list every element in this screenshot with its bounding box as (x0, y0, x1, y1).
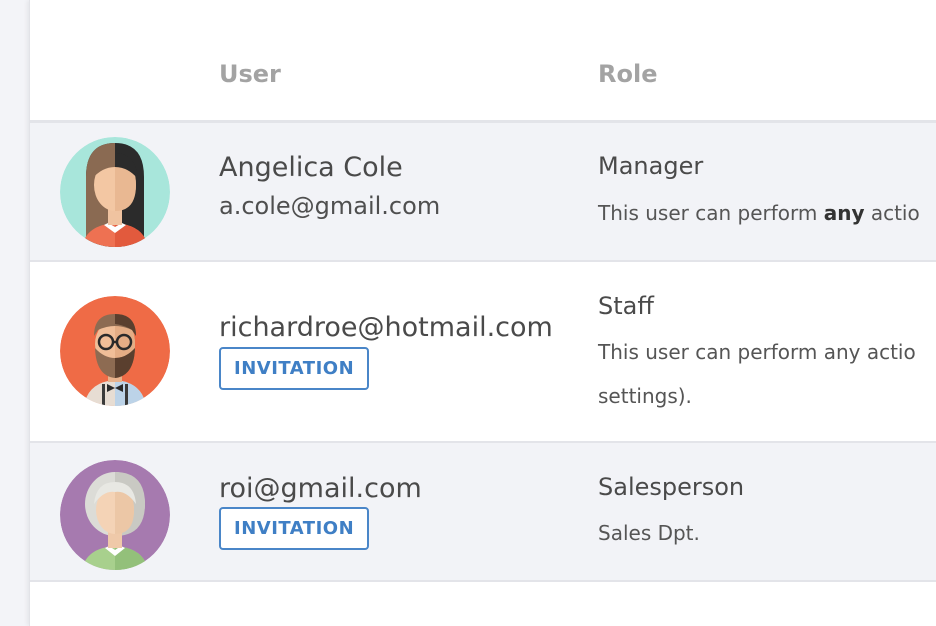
avatar (60, 137, 170, 247)
user-email[interactable]: roi@gmail.com (219, 473, 422, 504)
invitation-badge: INVITATION (219, 507, 370, 550)
elderly-woman-avatar-icon (60, 460, 170, 570)
table-row[interactable]: Angelica Cole a.cole@gmail.com Manager T… (30, 123, 936, 262)
table-row[interactable]: roi@gmail.com INVITATION Salesperson Sal… (30, 443, 936, 582)
user-email: a.cole@gmail.com (219, 192, 441, 220)
column-header-role[interactable]: Role (598, 60, 657, 88)
invitation-badge: INVITATION (219, 347, 370, 390)
role-description-emphasis: any (823, 201, 865, 225)
role-description: This user can perform any actio (598, 340, 916, 364)
table-header: User Role (30, 0, 936, 123)
avatar (60, 296, 170, 406)
role-title: Staff (598, 292, 654, 320)
role-description: Sales Dpt. (598, 521, 700, 545)
avatar (60, 460, 170, 570)
woman-avatar-icon (60, 137, 170, 247)
user-email[interactable]: richardroe@hotmail.com (219, 312, 553, 343)
user-name[interactable]: Angelica Cole (219, 152, 403, 183)
role-title: Manager (598, 152, 704, 180)
table-row[interactable]: richardroe@hotmail.com INVITATION Staff … (30, 262, 936, 443)
users-panel: User Role Angelica Cole a.cole@gmail.com… (29, 0, 936, 626)
role-description-continued: settings). (598, 384, 692, 408)
role-description: This user can perform any actio (598, 201, 920, 225)
role-title: Salesperson (598, 473, 745, 501)
bearded-man-avatar-icon (60, 296, 170, 406)
column-header-user[interactable]: User (219, 60, 281, 88)
